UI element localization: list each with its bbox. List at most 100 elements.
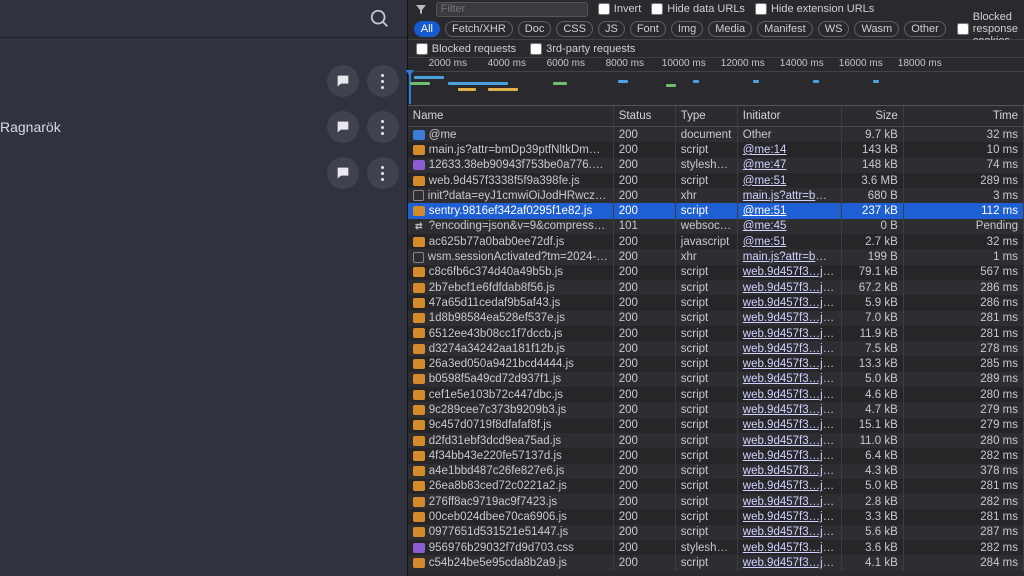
more-icon[interactable] (367, 65, 399, 97)
request-row[interactable]: 9c457d0719f8dfafaf8f.js200scriptweb.9d45… (408, 418, 1024, 433)
search-input[interactable] (8, 11, 369, 26)
request-row[interactable]: 956976b29032f7d9d703.css200stylesheetweb… (408, 540, 1024, 555)
cell-initiator[interactable]: web.9d457f3…js:12 (738, 387, 842, 403)
cell-initiator[interactable]: web.9d457f3…js:12 (738, 494, 842, 510)
list-item[interactable] (0, 150, 407, 196)
search-icon[interactable] (369, 8, 391, 30)
filter-chip-js[interactable]: JS (598, 21, 625, 37)
request-row[interactable]: 6512ee43b08cc1f7dccb.js200scriptweb.9d45… (408, 326, 1024, 341)
cell-initiator[interactable]: web.9d457f3…js:12 (738, 326, 842, 342)
request-row[interactable]: 12633.38eb90943f753be0a776.css200stylesh… (408, 158, 1024, 173)
request-row[interactable]: 00ceb024dbee70ca6906.js200scriptweb.9d45… (408, 509, 1024, 524)
third-party-checkbox[interactable]: 3rd-party requests (530, 43, 635, 55)
cell-initiator[interactable]: web.9d457f3…js:12 (738, 478, 842, 494)
cell-initiator[interactable]: web.9d457f3…js:12 (738, 524, 842, 540)
invert-checkbox[interactable]: Invert (598, 3, 642, 15)
cell-time: 112 ms (904, 203, 1024, 219)
request-row[interactable]: @me200documentOther9.7 kB32 ms (408, 127, 1024, 142)
filter-chip-wasm[interactable]: Wasm (854, 21, 899, 37)
filter-chip-media[interactable]: Media (708, 21, 752, 37)
col-name[interactable]: Name (408, 106, 614, 126)
request-row[interactable]: 1d8b98584ea528ef537e.js200scriptweb.9d45… (408, 311, 1024, 326)
message-icon[interactable] (327, 65, 359, 97)
filter-chip-all[interactable]: All (414, 21, 440, 37)
filter-chip-other[interactable]: Other (904, 21, 946, 37)
blocked-requests-checkbox[interactable]: Blocked requests (416, 43, 516, 55)
cell-initiator[interactable]: web.9d457f3…js:12 (738, 417, 842, 433)
cell-initiator[interactable]: Other (738, 127, 842, 143)
request-row[interactable]: 9c289cee7c373b9209b3.js200scriptweb.9d45… (408, 402, 1024, 417)
cell-initiator[interactable]: web.9d457f3…js:12 (738, 310, 842, 326)
filter-chip-img[interactable]: Img (671, 21, 703, 37)
col-initiator[interactable]: Initiator (738, 106, 842, 126)
request-row[interactable]: 0977651d531521e51447.js200scriptweb.9d45… (408, 525, 1024, 540)
cell-initiator[interactable]: web.9d457f3…js:12 (738, 341, 842, 357)
cell-initiator[interactable]: web.9d457f3…js:12 (738, 433, 842, 449)
message-icon[interactable] (327, 157, 359, 189)
cell-initiator[interactable]: web.9d457f3…js:12 (738, 555, 842, 571)
cell-initiator[interactable]: main.js?attr=bmDp39ptfN (738, 188, 842, 204)
cell-initiator[interactable]: web.9d457f3…js:12 (738, 264, 842, 280)
request-row[interactable]: 26a3ed050a9421bcd4444.js200scriptweb.9d4… (408, 356, 1024, 371)
request-row[interactable]: main.js?attr=bmDp39ptfNltkDmQC8yGvSFBEF…… (408, 142, 1024, 157)
more-icon[interactable] (367, 157, 399, 189)
playhead-marker[interactable] (409, 73, 411, 104)
cell-initiator[interactable]: @me:14 (738, 142, 842, 158)
cell-initiator[interactable]: @me:51 (738, 173, 842, 189)
request-row[interactable]: web.9d457f3338f5f9a398fe.js200script@me:… (408, 173, 1024, 188)
request-row[interactable]: a4e1bbd487c26fe827e6.js200scriptweb.9d45… (408, 464, 1024, 479)
request-row[interactable]: 2b7ebcf1e6fdfdab8f56.js200scriptweb.9d45… (408, 280, 1024, 295)
filter-chip-manifest[interactable]: Manifest (757, 21, 813, 37)
cell-initiator[interactable]: web.9d457f3…js:12 (738, 509, 842, 525)
cell-time: 286 ms (904, 280, 1024, 296)
request-row[interactable]: 47a65d11cedaf9b5af43.js200scriptweb.9d45… (408, 295, 1024, 310)
filter-chip-ws[interactable]: WS (818, 21, 850, 37)
hide-data-urls-checkbox[interactable]: Hide data URLs (651, 3, 745, 15)
request-row[interactable]: ac625b77a0bab0ee72df.js200javascript@me:… (408, 234, 1024, 249)
cell-initiator[interactable]: web.9d457f3…js:12 (738, 295, 842, 311)
request-row[interactable]: init?data=eyJ1cmwiOiJodHRwczovL2Rpc2Nvc…… (408, 188, 1024, 203)
request-row[interactable]: d3274a34242aa181f12b.js200scriptweb.9d45… (408, 341, 1024, 356)
request-row[interactable]: c54b24be5e95cda8b2a9.js200scriptweb.9d45… (408, 555, 1024, 570)
cell-initiator[interactable]: web.9d457f3…js:12 (738, 371, 842, 387)
cell-initiator[interactable]: web.9d457f3…js:12 (738, 280, 842, 296)
filter-chip-font[interactable]: Font (630, 21, 666, 37)
filter-chip-css[interactable]: CSS (556, 21, 593, 37)
request-row[interactable]: 26ea8b83ced72c0221a2.js200scriptweb.9d45… (408, 479, 1024, 494)
cell-initiator[interactable]: @me:47 (738, 157, 842, 173)
list-item[interactable]: Ragnarök (0, 104, 407, 150)
timeline-tick: 6000 ms (547, 58, 585, 69)
request-row[interactable]: ⇄?encoding=json&v=9&compress=zlib-stream… (408, 219, 1024, 234)
request-row[interactable]: 4f34bb43e220fe57137d.js200scriptweb.9d45… (408, 448, 1024, 463)
filter-input[interactable] (436, 2, 588, 17)
col-status[interactable]: Status (614, 106, 676, 126)
cell-initiator[interactable]: @me:45 (738, 218, 842, 234)
cell-initiator[interactable]: @me:51 (738, 203, 842, 219)
cell-initiator[interactable]: web.9d457f3…js:12 (738, 540, 842, 556)
cell-initiator[interactable]: web.9d457f3…js:12 (738, 402, 842, 418)
waterfall-overview[interactable]: 2000 ms4000 ms6000 ms8000 ms10000 ms1200… (408, 58, 1024, 106)
request-row[interactable]: d2fd31ebf3dcd9ea75ad.js200scriptweb.9d45… (408, 433, 1024, 448)
request-row[interactable]: cef1e5e103b72c447dbc.js200scriptweb.9d45… (408, 387, 1024, 402)
filter-chip-doc[interactable]: Doc (518, 21, 552, 37)
col-size[interactable]: Size (842, 106, 904, 126)
cell-initiator[interactable]: @me:51 (738, 234, 842, 250)
cell-initiator[interactable]: web.9d457f3…js:12 (738, 448, 842, 464)
hide-extension-urls-checkbox[interactable]: Hide extension URLs (755, 3, 874, 15)
list-item[interactable] (0, 58, 407, 104)
request-row[interactable]: b0598f5a49cd72d937f1.js200scriptweb.9d45… (408, 372, 1024, 387)
request-row[interactable]: 276ff8ac9719ac9f7423.js200scriptweb.9d45… (408, 494, 1024, 509)
col-type[interactable]: Type (676, 106, 738, 126)
filter-chip-fetchxhr[interactable]: Fetch/XHR (445, 21, 513, 37)
cell-time: 279 ms (904, 402, 1024, 418)
message-icon[interactable] (327, 111, 359, 143)
cell-initiator[interactable]: main.js?attr=bmDp39ptfN (738, 249, 842, 265)
cell-initiator[interactable]: web.9d457f3…js:12 (738, 356, 842, 372)
request-row[interactable]: wsm.sessionActivated?tm=2024-07-20T17%3A… (408, 249, 1024, 264)
cell-initiator[interactable]: web.9d457f3…js:12 (738, 463, 842, 479)
request-row[interactable]: c8c6fb6c374d40a49b5b.js200scriptweb.9d45… (408, 265, 1024, 280)
funnel-icon[interactable] (416, 4, 426, 14)
request-row[interactable]: sentry.9816ef342af0295f1e82.js200script@… (408, 203, 1024, 218)
col-time[interactable]: Time (904, 106, 1024, 126)
more-icon[interactable] (367, 111, 399, 143)
